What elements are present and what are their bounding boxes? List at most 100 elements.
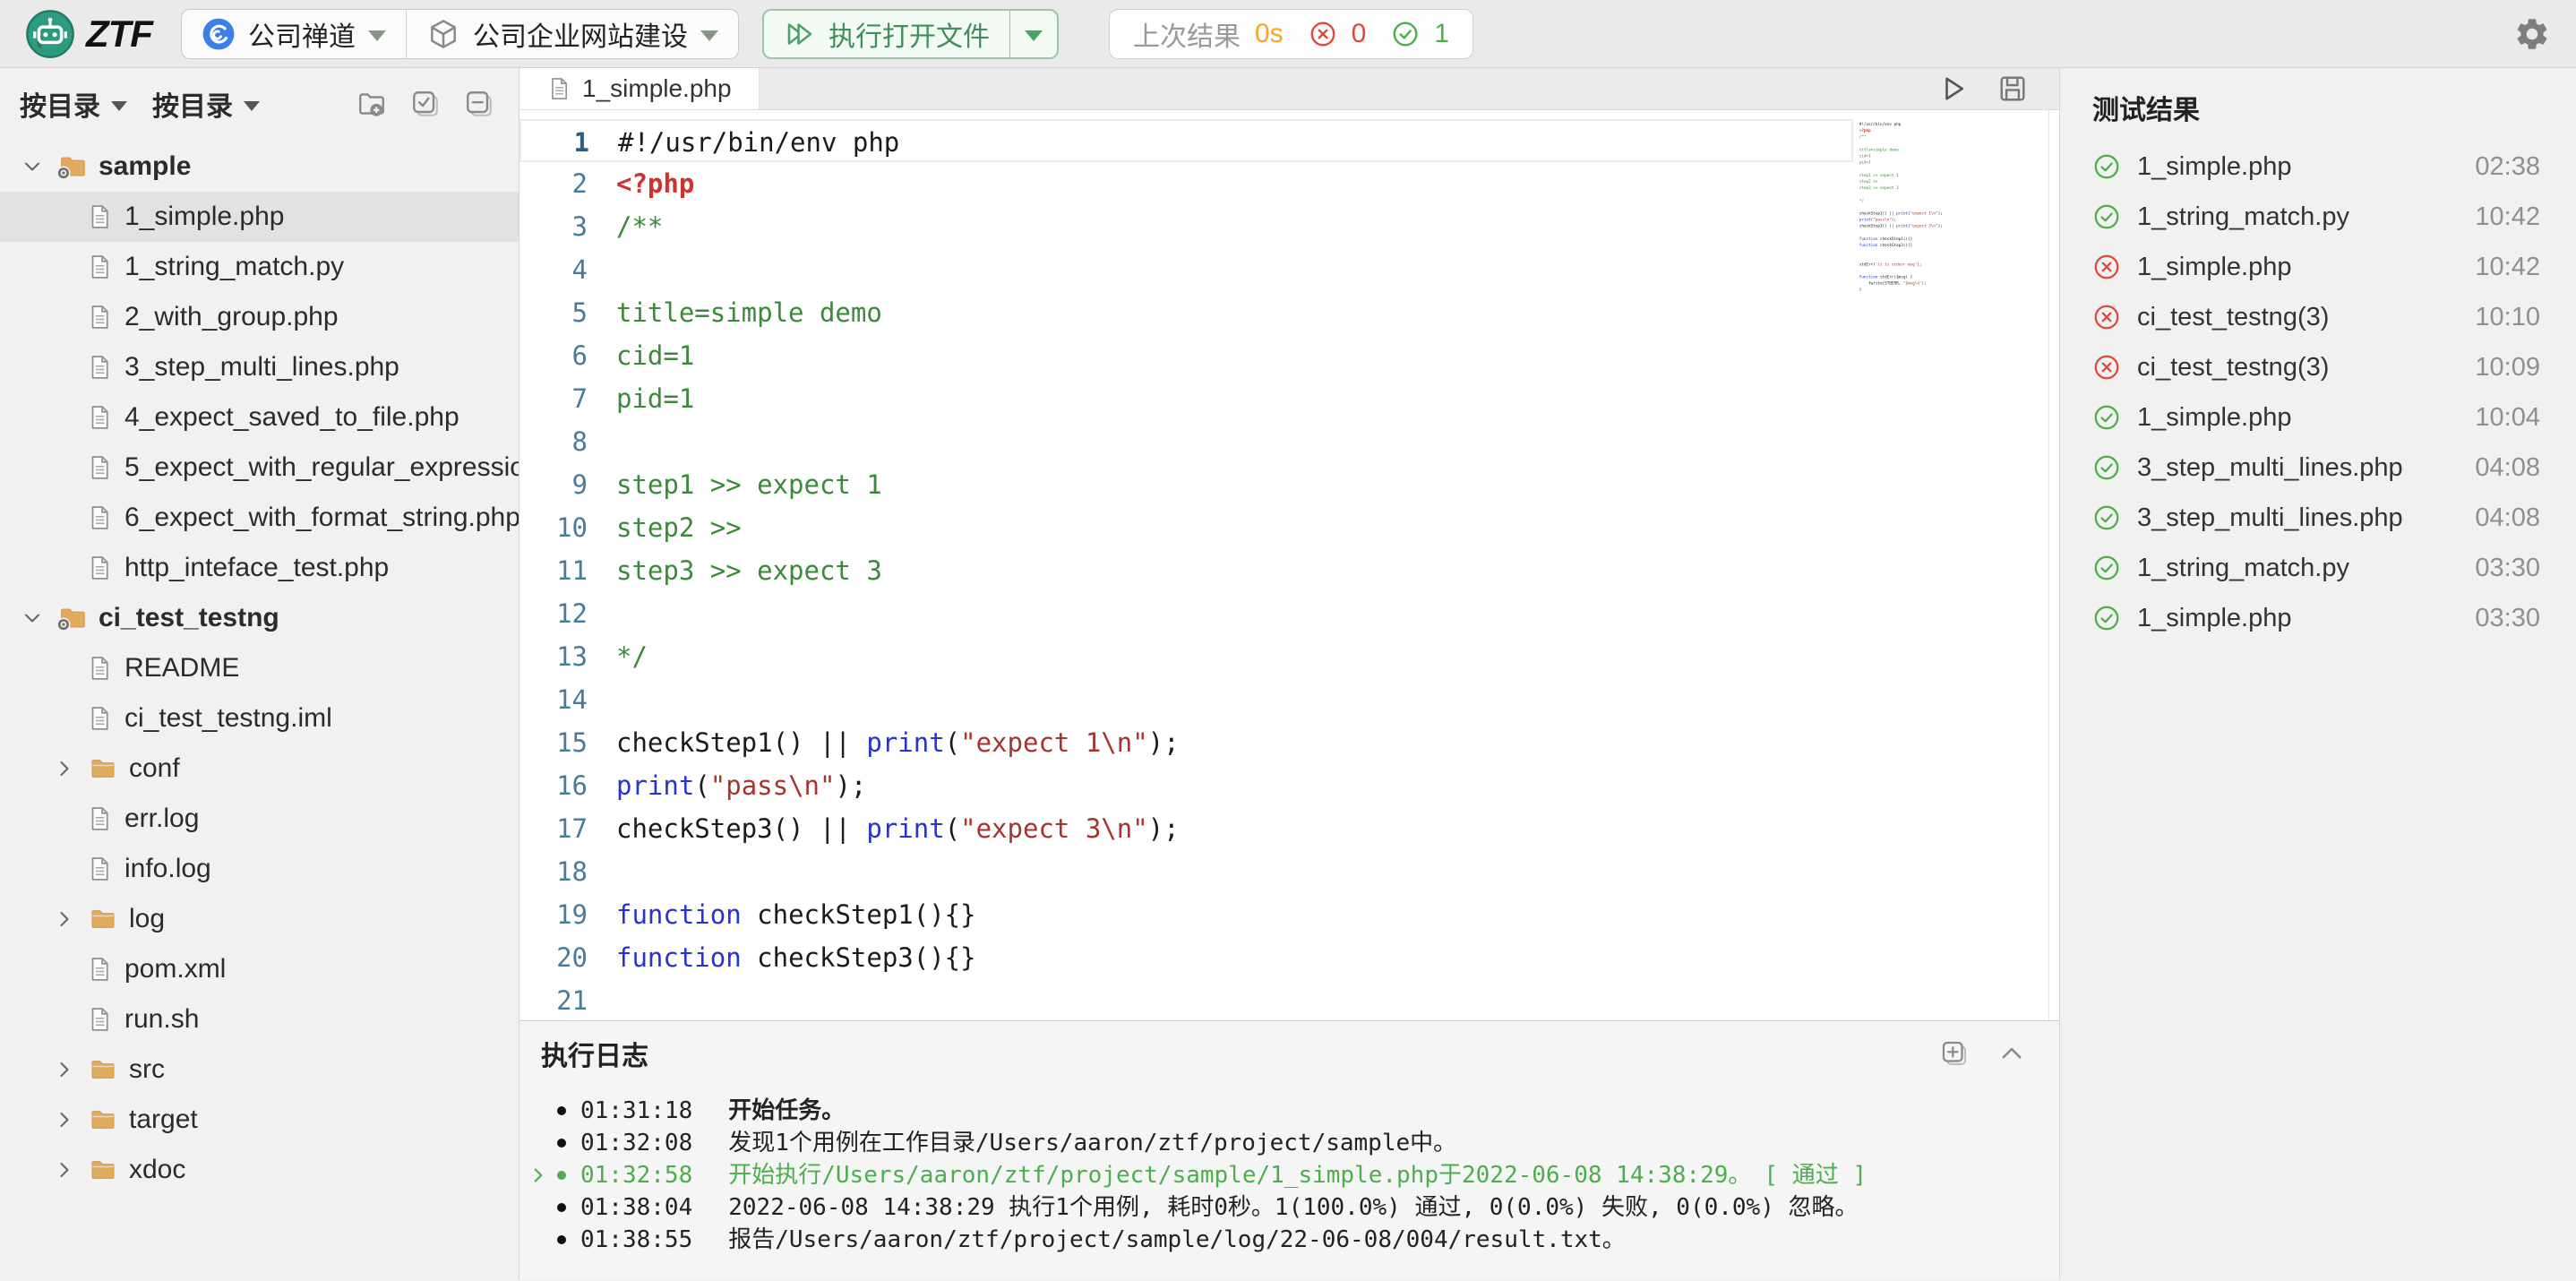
tree-item-sample[interactable]: sample bbox=[0, 142, 519, 192]
execute-button[interactable]: 执行打开文件 bbox=[764, 11, 1009, 57]
result-item-pass[interactable]: 1_string_match.py03:30 bbox=[2060, 543, 2576, 593]
code-line[interactable]: 9step1 >> expect 1 bbox=[519, 463, 2059, 506]
execute-dropdown-toggle[interactable] bbox=[1009, 11, 1057, 57]
code-line[interactable]: 5title=simple demo bbox=[519, 291, 2059, 334]
code-editor[interactable]: 1#!/usr/bin/env php2<?php3/**45title=sim… bbox=[519, 110, 2059, 1020]
code-line[interactable]: 11step3 >> expect 3 bbox=[519, 549, 2059, 592]
result-item-pass[interactable]: 1_simple.php10:04 bbox=[2060, 392, 2576, 443]
result-time: 10:04 bbox=[2475, 403, 2540, 433]
result-item-pass[interactable]: 1_simple.php03:30 bbox=[2060, 593, 2576, 643]
code-line: checkStep1() || print("expect 1\n"); bbox=[1855, 210, 2043, 216]
collapse-panel-icon[interactable] bbox=[1996, 1038, 2027, 1069]
run-file-icon[interactable] bbox=[1937, 73, 1970, 105]
filter-dropdown-2[interactable]: 按目录 bbox=[152, 84, 260, 124]
code-line[interactable]: 19function checkStep1(){} bbox=[519, 893, 2059, 936]
filter-dropdown-1[interactable]: 按目录 bbox=[20, 84, 127, 124]
file-explorer-sidebar: 按目录 按目录 bbox=[0, 68, 519, 1280]
editor-minimap[interactable]: #!/usr/bin/env php<?php/**title=simple d… bbox=[1855, 121, 2045, 408]
tree-item-run-sh[interactable]: run.sh bbox=[0, 994, 519, 1045]
chevron-right-icon[interactable] bbox=[52, 756, 77, 781]
tree-item-src[interactable]: src bbox=[0, 1045, 519, 1095]
last-result-label: 上次结果 bbox=[1133, 14, 1241, 54]
tree-item-http-inteface-test-php[interactable]: http_inteface_test.php bbox=[0, 543, 519, 593]
editor-tab-1-simple-php[interactable]: 1_simple.php bbox=[519, 68, 760, 109]
code-line[interactable]: 18 bbox=[519, 850, 2059, 893]
log-entry[interactable]: 01:38:042022-06-08 14:38:29 执行1个用例, 耗时0秒… bbox=[525, 1191, 2059, 1224]
tree-item-ci-test-testng-iml[interactable]: ci_test_testng.iml bbox=[0, 693, 519, 744]
tree-item-xdoc[interactable]: xdoc bbox=[0, 1145, 519, 1195]
code-line[interactable]: 4 bbox=[519, 248, 2059, 291]
tree-item-6-expect-with-format-string-php[interactable]: 6_expect_with_format_string.php bbox=[0, 493, 519, 543]
tree-item-5-expect-with-regular-expression-php[interactable]: 5_expect_with_regular_expression.php bbox=[0, 443, 519, 493]
code-line[interactable]: 7pid=1 bbox=[519, 377, 2059, 420]
tree-item-3-step-multi-lines-php[interactable]: 3_step_multi_lines.php bbox=[0, 342, 519, 392]
tree-item-conf[interactable]: conf bbox=[0, 744, 519, 794]
chevron-right-icon[interactable] bbox=[52, 907, 77, 932]
tree-item-target[interactable]: target bbox=[0, 1095, 519, 1145]
code-line[interactable]: 14 bbox=[519, 678, 2059, 721]
tree-item-4-expect-saved-to-file-php[interactable]: 4_expect_saved_to_file.php bbox=[0, 392, 519, 443]
log-entry[interactable]: 01:32:08发现1个用例在工作目录/Users/aaron/ztf/proj… bbox=[525, 1127, 2059, 1159]
tree-item-label: err.log bbox=[125, 804, 199, 834]
result-item-fail[interactable]: ci_test_testng(3)10:09 bbox=[2060, 342, 2576, 392]
save-file-icon[interactable] bbox=[1996, 73, 2029, 105]
collapse-all-icon[interactable] bbox=[463, 88, 495, 120]
workspace-folder-icon bbox=[56, 603, 87, 633]
tree-item-label: 2_with_group.php bbox=[125, 302, 339, 332]
code-line[interactable]: 21 bbox=[519, 979, 2059, 1020]
chevron-right-icon[interactable] bbox=[52, 1107, 77, 1132]
chevron-right-icon[interactable] bbox=[52, 1057, 77, 1082]
check-all-icon[interactable] bbox=[409, 88, 442, 120]
code-line[interactable]: 8 bbox=[519, 420, 2059, 463]
code-line[interactable]: 16print("pass\n"); bbox=[519, 764, 2059, 807]
result-item-fail[interactable]: ci_test_testng(3)10:10 bbox=[2060, 292, 2576, 342]
tree-item-readme[interactable]: README bbox=[0, 643, 519, 693]
settings-gear-icon[interactable] bbox=[2513, 15, 2551, 53]
tree-item-ci-test-testng[interactable]: ci_test_testng bbox=[0, 593, 519, 643]
chevron-right-icon[interactable] bbox=[52, 1157, 77, 1182]
editor-scrollbar[interactable] bbox=[2048, 110, 2059, 1020]
expand-log-chevron-icon[interactable] bbox=[527, 1164, 550, 1187]
code-line[interactable]: 17checkStep3() || print("expect 3\n"); bbox=[519, 807, 2059, 850]
code-line[interactable]: 6cid=1 bbox=[519, 334, 2059, 377]
tree-item-1-string-match-py[interactable]: 1_string_match.py bbox=[0, 242, 519, 292]
log-bullet bbox=[557, 1106, 566, 1115]
code-line: step3 >> expect 3 bbox=[1855, 185, 2043, 191]
result-item-pass[interactable]: 1_string_match.py10:42 bbox=[2060, 192, 2576, 242]
tree-item-1-simple-php[interactable]: 1_simple.php bbox=[0, 192, 519, 242]
code-line[interactable]: 3/** bbox=[519, 205, 2059, 248]
tree-item-info-log[interactable]: info.log bbox=[0, 844, 519, 894]
chevron-down-icon bbox=[700, 30, 718, 41]
code-line[interactable]: 15checkStep1() || print("expect 1\n"); bbox=[519, 721, 2059, 764]
code-line[interactable]: 12 bbox=[519, 592, 2059, 635]
code-line[interactable]: 13*/ bbox=[519, 635, 2059, 678]
result-item-pass[interactable]: 3_step_multi_lines.php04:08 bbox=[2060, 493, 2576, 543]
result-item-fail[interactable]: 1_simple.php10:42 bbox=[2060, 242, 2576, 292]
log-entries: 01:31:18开始任务。01:32:08发现1个用例在工作目录/Users/a… bbox=[519, 1080, 2059, 1256]
code-line[interactable]: 10step2 >> bbox=[519, 506, 2059, 549]
site-dropdown[interactable]: 公司禅道 bbox=[182, 10, 406, 58]
log-entry[interactable]: 01:31:18开始任务。 bbox=[525, 1095, 2059, 1127]
chevron-down-icon[interactable] bbox=[20, 154, 45, 179]
last-result-summary[interactable]: 上次结果 0s 0 1 bbox=[1109, 9, 1473, 59]
product-dropdown[interactable]: 公司企业网站建设 bbox=[406, 10, 738, 58]
add-workspace-icon[interactable] bbox=[356, 88, 388, 120]
log-entry[interactable]: 01:38:55报告/Users/aaron/ztf/project/sampl… bbox=[525, 1224, 2059, 1256]
tree-item-pom-xml[interactable]: pom.xml bbox=[0, 944, 519, 994]
new-log-tab-icon[interactable] bbox=[1939, 1038, 1970, 1069]
folder-icon bbox=[89, 1055, 117, 1084]
result-item-pass[interactable]: 1_simple.php02:38 bbox=[2060, 142, 2576, 192]
tree-item-label: ci_test_testng bbox=[99, 603, 279, 633]
code-line[interactable]: 20function checkStep3(){} bbox=[519, 936, 2059, 979]
tree-item-2-with-group-php[interactable]: 2_with_group.php bbox=[0, 292, 519, 342]
chevron-down-icon[interactable] bbox=[20, 606, 45, 631]
tree-item-err-log[interactable]: err.log bbox=[0, 794, 519, 844]
code-line: } bbox=[1855, 287, 2043, 293]
ztf-robot-icon bbox=[25, 9, 75, 59]
code-line[interactable]: 1#!/usr/bin/env php bbox=[519, 119, 1853, 162]
result-item-pass[interactable]: 3_step_multi_lines.php04:08 bbox=[2060, 443, 2576, 493]
code-line[interactable]: 2<?php bbox=[519, 162, 2059, 205]
log-time: 01:31:18 bbox=[580, 1095, 692, 1127]
log-entry[interactable]: 01:32:58开始执行/Users/aaron/ztf/project/sam… bbox=[525, 1159, 2059, 1191]
tree-item-log[interactable]: log bbox=[0, 894, 519, 944]
